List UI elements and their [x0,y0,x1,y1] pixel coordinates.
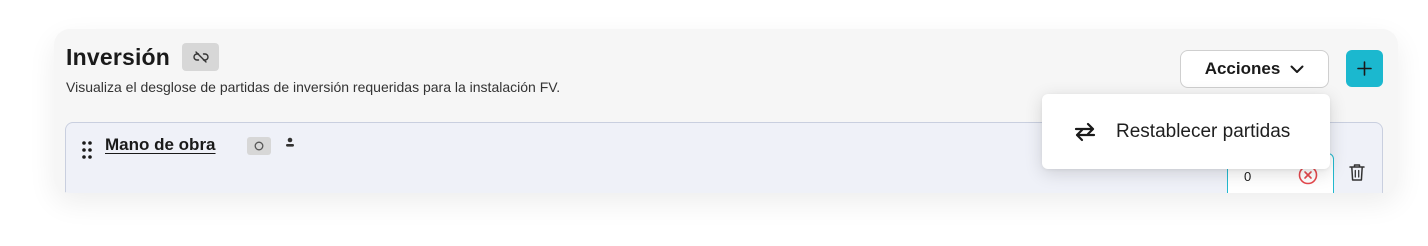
swap-arrows-icon [1074,122,1096,141]
trash-icon[interactable] [1349,163,1365,182]
plus-icon [1357,61,1372,76]
menu-item-restablecer-partidas[interactable]: Restablecer partidas [1042,94,1330,169]
menu-item-label: Restablecer partidas [1116,120,1291,142]
add-button[interactable] [1346,50,1383,87]
circle-outline-icon [254,141,264,151]
quantity-value: 0 [1244,169,1252,184]
header-row: Inversión [66,43,220,71]
actions-label: Acciones [1204,59,1281,78]
line-item-title[interactable]: Mano de obra [105,135,216,155]
section-title: Inversión [66,43,171,70]
drag-handle-icon[interactable] [82,141,92,159]
chevron-down-icon [1290,65,1304,73]
actions-dropdown-menu: Restablecer partidas [1042,94,1330,169]
section-subtitle: Visualiza el desglose de partidas de inv… [66,79,561,95]
actions-dropdown-button[interactable]: Acciones [1180,50,1329,88]
person-icon [286,137,294,147]
status-badge[interactable] [247,137,271,155]
unlink-icon [192,51,209,63]
unlink-badge[interactable] [182,43,220,71]
